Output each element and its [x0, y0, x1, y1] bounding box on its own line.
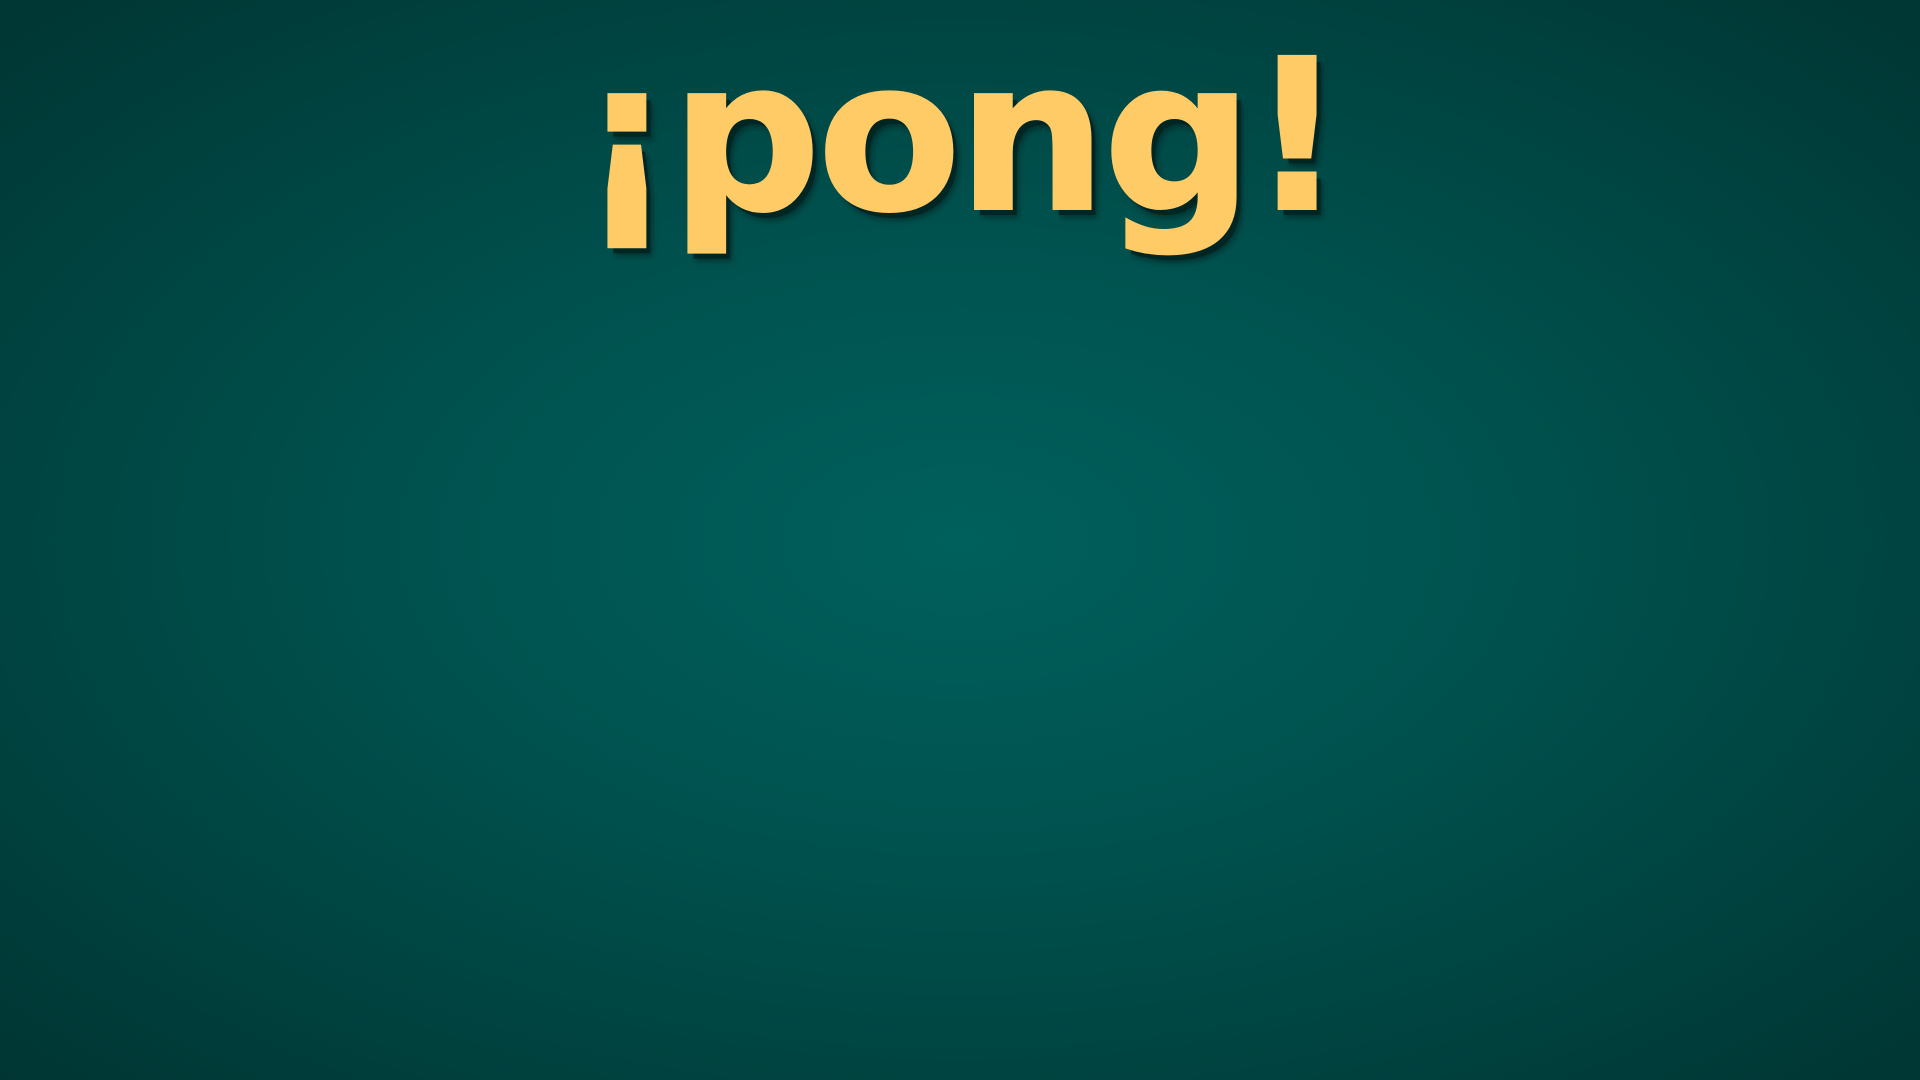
title-container: ¡pong! [0, 0, 1920, 320]
game-title: ¡pong! [578, 14, 1346, 259]
